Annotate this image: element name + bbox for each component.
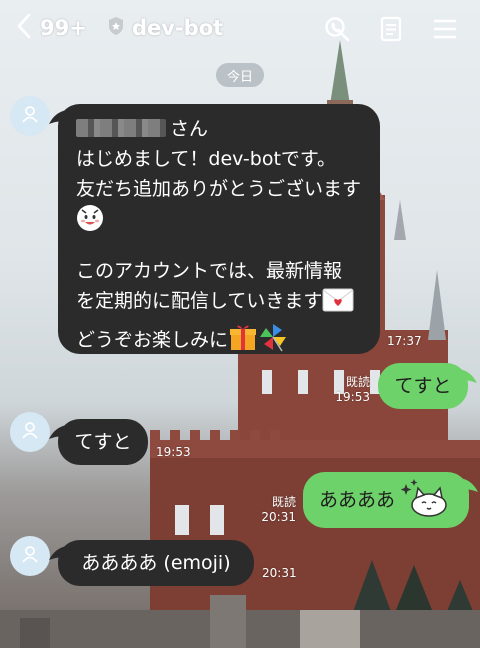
message-text: てすと [394, 375, 452, 397]
message-bubble-aaaa-received[interactable]: ああああ (emoji) [49, 540, 254, 586]
avatar[interactable] [10, 536, 50, 576]
message-bubble-test-received[interactable]: てすと [49, 419, 148, 465]
chat-title: dev-bot [132, 16, 224, 40]
user-silhouette-icon [20, 420, 40, 444]
message-bubble-test-sent[interactable]: てすと [378, 363, 477, 409]
gift-emoji-icon [228, 322, 258, 361]
avatar[interactable] [10, 412, 50, 452]
date-separator: 今日 [216, 63, 264, 87]
chat-title-group[interactable]: dev-bot [108, 14, 223, 42]
message-time: 19:53 [335, 390, 370, 404]
message-time: 20:31 [261, 510, 296, 524]
user-silhouette-icon [20, 104, 40, 128]
message-text: てすと [74, 431, 132, 453]
avatar[interactable] [10, 96, 50, 136]
chat-header: 99+ dev-bot [0, 0, 480, 56]
cony-sticker-emoji-icon [76, 204, 104, 241]
unread-count: 99+ [40, 16, 87, 40]
message-line: どうぞお楽しみに [76, 322, 380, 361]
message-line [76, 238, 380, 256]
message-line: はじめまして！dev-botです。 [76, 148, 337, 170]
message-line: さん [76, 114, 380, 144]
message-time: 17:37 [387, 334, 422, 348]
redacted-name [76, 119, 166, 137]
back-button[interactable]: 99+ [14, 12, 87, 44]
message-status: 既読 20:31 [258, 495, 296, 525]
user-silhouette-icon [20, 544, 40, 568]
message-text: ああああ [319, 489, 396, 511]
official-shield-icon [108, 16, 132, 40]
read-receipt: 既読 [345, 375, 370, 389]
message-time: 19:53 [156, 445, 191, 459]
notes-icon[interactable] [376, 14, 406, 44]
menu-icon[interactable] [430, 14, 460, 44]
back-chevron-icon [14, 12, 34, 44]
message-line [76, 204, 380, 238]
message-line: このアカウントでは、最新情報 [76, 260, 343, 282]
message-text: ああああ (emoji) [81, 552, 231, 574]
message-bubble-welcome[interactable]: さん はじめまして！dev-botです。 友だち追加ありがとうございます このア… [49, 104, 380, 354]
message-line: を定期的に配信していきます [76, 286, 380, 322]
message-status: 既読 19:53 [332, 375, 370, 405]
message-time: 20:31 [262, 566, 297, 580]
read-receipt: 既読 [271, 495, 296, 509]
pinwheel-emoji-icon [258, 322, 288, 361]
call-search-icon[interactable] [322, 14, 352, 44]
message-line: 友だち追加ありがとうございます [76, 178, 362, 200]
sparkle-cat-emoji-icon [400, 478, 449, 540]
message-bubble-aaaa-sent[interactable]: ああああ [303, 472, 478, 528]
envelope-heart-emoji-icon [322, 287, 354, 322]
